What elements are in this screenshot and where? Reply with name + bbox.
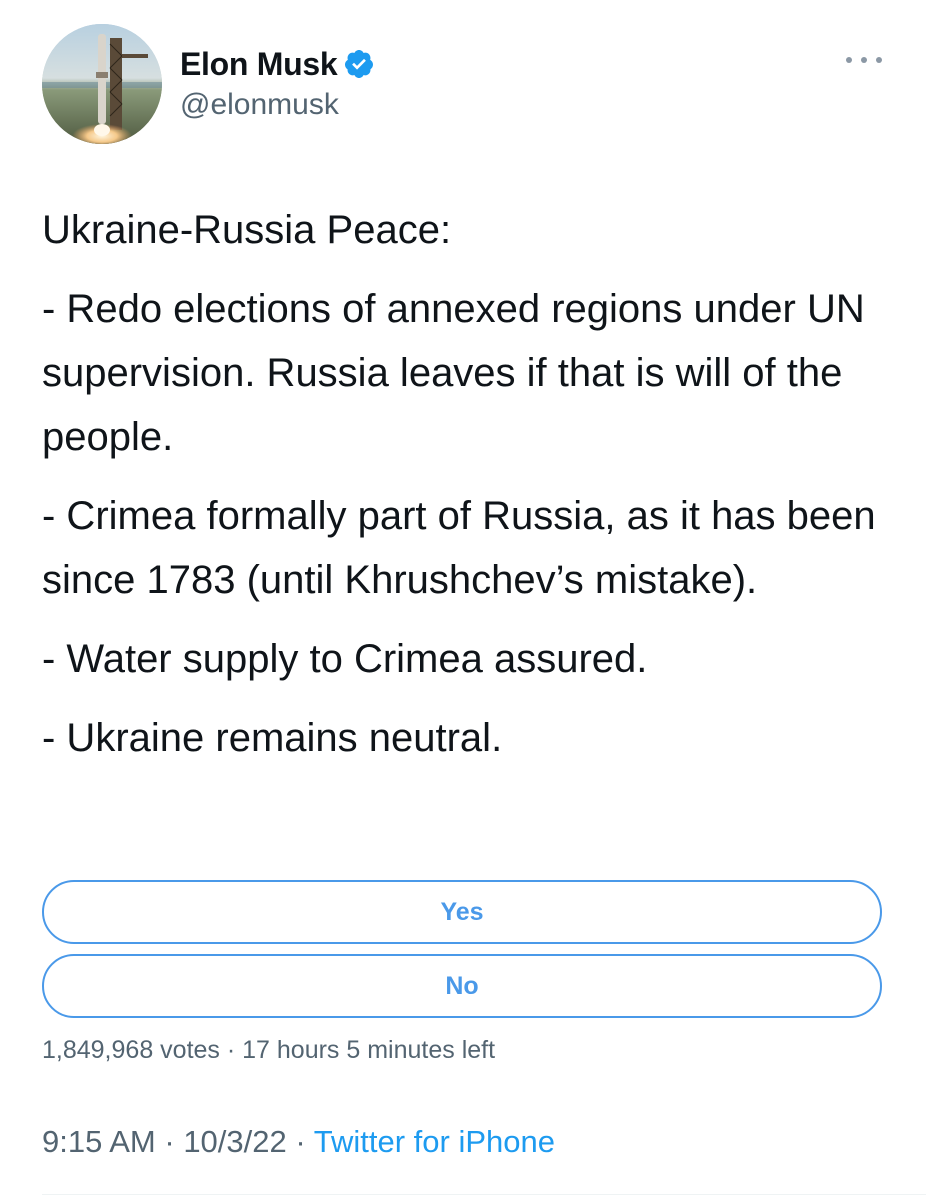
separator: · — [219, 1036, 243, 1064]
separator: · — [155, 1124, 184, 1159]
poll-meta: 1,849,968 votes · 17 hours 5 minutes lef… — [42, 1036, 495, 1065]
author-name-row: Elon Musk — [180, 44, 375, 84]
starship-launch-tower-avatar — [42, 24, 162, 144]
tweet-paragraph: - Water supply to Crimea assured. — [42, 637, 648, 681]
verified-badge-icon — [343, 48, 375, 80]
separator: · — [286, 1124, 314, 1159]
tweet-paragraph: Ukraine-Russia Peace: — [42, 208, 452, 252]
divider — [42, 1194, 926, 1195]
poll-option-yes[interactable]: Yes — [42, 880, 882, 944]
poll-option-no[interactable]: No — [42, 954, 882, 1018]
tweet-source-link[interactable]: Twitter for iPhone — [314, 1124, 555, 1159]
avatar[interactable] — [42, 24, 162, 144]
tweet-paragraph: - Redo elections of annexed regions unde… — [42, 287, 865, 459]
tweet-paragraph: - Crimea formally part of Russia, as it … — [42, 494, 876, 602]
tweet-paragraph: - Ukraine remains neutral. — [42, 716, 503, 760]
tweet-date[interactable]: 10/3/22 — [183, 1124, 286, 1159]
tweet-text: Ukraine-Russia Peace: - Redo elections o… — [42, 198, 892, 785]
tweet-time[interactable]: 9:15 AM — [42, 1124, 156, 1159]
poll-votes: 1,849,968 votes — [42, 1036, 220, 1064]
poll: Yes — [42, 880, 882, 944]
author-handle[interactable]: @elonmusk — [180, 88, 339, 122]
more-horizontal-icon[interactable] — [846, 48, 882, 72]
poll-time-left: 17 hours 5 minutes left — [242, 1036, 496, 1064]
poll: No — [42, 954, 882, 1018]
author-name[interactable]: Elon Musk — [180, 46, 338, 83]
tweet-timestamp: 9:15 AM · 10/3/22 · Twitter for iPhone — [42, 1124, 555, 1160]
tweet-screenshot: Elon Musk @elonmusk Ukraine-Russia Peace… — [0, 0, 926, 1200]
